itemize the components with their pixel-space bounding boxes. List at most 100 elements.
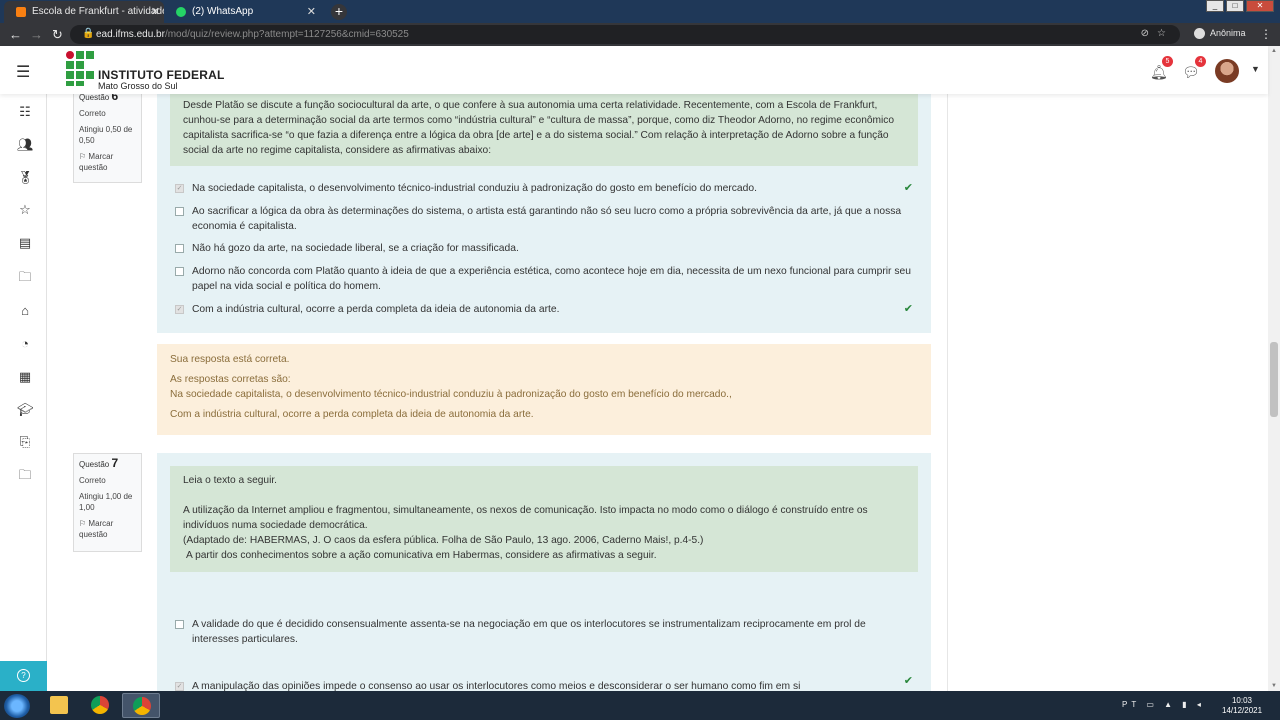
notification-badge: 5: [1162, 56, 1173, 67]
checkbox-checked: ✓: [175, 682, 184, 691]
close-window-button[interactable]: ✕: [1246, 0, 1274, 12]
question-score: Atingiu 1,00 de 1,00: [79, 492, 133, 512]
new-tab-button[interactable]: +: [331, 4, 347, 20]
taskbar-chrome-active[interactable]: [122, 693, 160, 718]
chat-icon[interactable]: 💬︎: [1182, 64, 1200, 81]
profile-label: Anônima: [1210, 28, 1246, 38]
answer-option: Adorno não concorda com Platão quanto à …: [175, 264, 915, 294]
question-number-value: 7: [111, 456, 119, 470]
forward-icon[interactable]: →: [30, 27, 43, 42]
answer-option: A validade do que é decidido consensualm…: [175, 617, 915, 647]
tab-label: (2) WhatsApp: [192, 6, 254, 17]
right-column-divider: [947, 94, 948, 691]
close-tab-icon[interactable]: ✕: [307, 5, 316, 18]
dashboard-icon[interactable]: ◔: [17, 336, 33, 351]
network-icon[interactable]: ▮: [1182, 700, 1190, 709]
star-icon[interactable]: ☆: [1157, 28, 1174, 39]
scrollbar-thumb[interactable]: [1270, 342, 1278, 417]
page-scrollbar[interactable]: ▲ ▼: [1268, 46, 1280, 691]
lock-icon: 🔒: [82, 28, 95, 39]
question-number: Questão 7: [79, 456, 136, 470]
back-icon[interactable]: ←: [9, 27, 22, 42]
minimize-button[interactable]: _: [1206, 0, 1224, 12]
question-label: Questão: [79, 94, 110, 102]
answer-option: ✓ A manipulação das opiniões impede o co…: [175, 679, 915, 691]
question-status: Correto: [79, 109, 106, 118]
whatsapp-favicon-icon: [176, 7, 186, 17]
files-icon[interactable]: ⎘: [17, 434, 33, 450]
question-text: Desde Platão se discute a função sociocu…: [170, 94, 918, 166]
chrome-icon: [91, 696, 109, 714]
question-number-value: 6: [111, 94, 119, 103]
flag-icon: ⚐: [79, 152, 87, 161]
moodle-favicon-icon: [16, 7, 26, 17]
participants-icon[interactable]: 👥︎: [17, 137, 34, 153]
browser-toolbar: ← → ↻ 🔒 ead.ifms.edu.br/mod/quiz/review.…: [0, 23, 1280, 46]
avatar[interactable]: [1215, 59, 1239, 83]
clock-time: 10:03: [1231, 696, 1253, 705]
quiz-review-content: Questão 6 Correto Atingiu 0,50 de 0,50 ⚐…: [47, 94, 1268, 691]
list-icon[interactable]: ☷: [17, 104, 33, 120]
feedback-answer: Com a indústria cultural, ocorre a perda…: [170, 409, 534, 420]
question-7-info: Questão 7 Correto Atingiu 1,00 de 1,00 ⚐…: [73, 453, 142, 552]
tab-whatsapp[interactable]: (2) WhatsApp ✕: [164, 1, 324, 23]
address-bar[interactable]: 🔒 ead.ifms.edu.br/mod/quiz/review.php?at…: [70, 25, 1180, 44]
taskbar-clock[interactable]: 10:03 14/12/2021: [1222, 696, 1262, 716]
option-text: Ao sacrificar a lógica da obra às determ…: [192, 206, 902, 232]
flag-icon: ⚐: [79, 519, 87, 528]
folder-icon[interactable]: 🗀: [17, 466, 33, 488]
help-icon: ?: [17, 669, 30, 682]
star-icon[interactable]: ☆: [17, 202, 33, 218]
url-path: /mod/quiz/review.php?attempt=1127256&cmi…: [164, 29, 409, 40]
message-badge: 4: [1195, 56, 1206, 67]
maximize-button[interactable]: □: [1226, 0, 1244, 12]
tab-frankfurt[interactable]: Escola de Frankfurt - atividade d ✕: [4, 1, 164, 23]
url-domain: ead.ifms.edu.br: [96, 29, 165, 40]
question-6-feedback: Sua resposta está correta. As respostas …: [157, 344, 931, 435]
flag-question-link[interactable]: ⚐ Marcar questão: [79, 151, 136, 173]
taskbar-explorer[interactable]: [40, 693, 78, 718]
profile-button[interactable]: Anônima: [1194, 28, 1246, 40]
menu-toggle-icon[interactable]: ☰: [16, 62, 30, 82]
chevron-down-icon[interactable]: ▼: [1251, 64, 1260, 74]
omnibox-icons: ⊘☆: [1141, 28, 1174, 39]
grades-icon[interactable]: ▤: [17, 235, 33, 251]
system-tray: PT ▭ ▲ ▮ ◂: [1122, 700, 1205, 709]
folder-icon[interactable]: 🗀: [17, 268, 33, 290]
scroll-down-icon[interactable]: ▼: [1271, 683, 1277, 689]
graduation-cap-icon[interactable]: 🎓︎: [17, 402, 34, 418]
question-lead: Leia o texto a seguir.: [183, 475, 278, 486]
question-score: Atingiu 0,50 de 0,50: [79, 125, 133, 145]
keyboard-icon[interactable]: ▭: [1146, 700, 1158, 709]
option-text: Na sociedade capitalista, o desenvolvime…: [192, 183, 757, 194]
question-status: Correto: [79, 476, 106, 485]
question-label: Questão: [79, 460, 110, 469]
logo-title: INSTITUTO FEDERAL: [98, 68, 225, 82]
help-button[interactable]: ?: [0, 661, 47, 691]
option-text: A validade do que é decidido consensualm…: [192, 619, 866, 645]
scroll-up-icon[interactable]: ▲: [1271, 48, 1277, 54]
reload-icon[interactable]: ↻: [52, 27, 63, 43]
eye-off-icon[interactable]: ⊘: [1141, 28, 1157, 39]
option-text: Com a indústria cultural, ocorre a perda…: [192, 304, 560, 315]
browser-menu-icon[interactable]: ⋮: [1260, 27, 1272, 41]
language-indicator[interactable]: PT: [1122, 700, 1140, 709]
feedback-intro: As respostas corretas são:: [170, 374, 291, 385]
home-icon[interactable]: ⌂: [17, 303, 33, 318]
calendar-icon[interactable]: ▦: [17, 369, 33, 385]
flag-question-link[interactable]: ⚐ Marcar questão: [79, 518, 136, 540]
checkbox: [175, 244, 184, 253]
badges-icon[interactable]: 🏅︎: [17, 170, 34, 186]
volume-icon[interactable]: ◂: [1197, 700, 1205, 709]
taskbar-chrome[interactable]: [81, 693, 119, 718]
answer-option: Não há gozo da arte, na sociedade libera…: [175, 241, 915, 256]
question-prompt: A partir dos conhecimentos sobre a ação …: [186, 550, 657, 561]
tray-arrow-icon[interactable]: ▲: [1164, 700, 1176, 709]
window-controls: _ □ ✕: [1206, 0, 1274, 12]
feedback-result: Sua resposta está correta.: [170, 354, 290, 365]
if-logo-icon[interactable]: [66, 51, 94, 86]
close-tab-icon[interactable]: ✕: [151, 5, 160, 18]
logo-subtitle: Mato Grosso do Sul: [98, 81, 178, 91]
windows-start-button[interactable]: [4, 694, 30, 718]
question-7-card: Leia o texto a seguir. A utilização da I…: [157, 453, 931, 691]
